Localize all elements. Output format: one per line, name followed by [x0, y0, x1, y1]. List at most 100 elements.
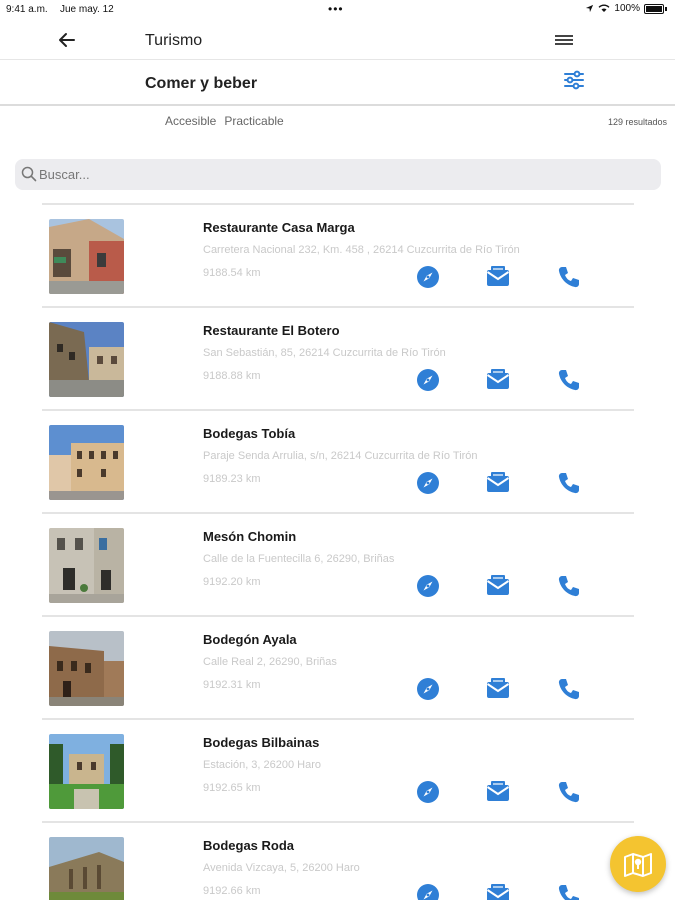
wifi-icon: [598, 4, 610, 12]
navigate-button[interactable]: [415, 367, 441, 393]
photo-bodegas-tobia: [49, 425, 124, 500]
item-address: Paraje Senda Arrulia, s/n, 26214 Cuzcurr…: [203, 450, 478, 462]
call-button[interactable]: [556, 470, 582, 496]
list-item[interactable]: Bodegas Tobía Paraje Senda Arrulia, s/n,…: [42, 409, 634, 512]
call-button[interactable]: [556, 573, 582, 599]
photo-bodegas-bilbainas: [49, 734, 124, 809]
phone-icon: [558, 576, 579, 597]
list-item[interactable]: Bodegón Ayala Calle Real 2, 26290, Briña…: [42, 615, 634, 718]
phone-icon: [558, 370, 579, 391]
item-address: Carretera Nacional 232, Km. 458 , 26214 …: [203, 244, 520, 256]
hamburger-line: [555, 39, 573, 41]
navigate-button[interactable]: [415, 573, 441, 599]
results-list: Restaurante Casa Marga Carretera Naciona…: [42, 203, 634, 900]
location-arrow-icon: [586, 4, 594, 13]
map-view-button[interactable]: [610, 836, 666, 892]
item-address: Calle de la Fuentecilla 6, 26290, Briñas: [203, 553, 395, 565]
call-button[interactable]: [556, 882, 582, 900]
email-button[interactable]: [485, 264, 511, 290]
item-name: Bodegas Bilbainas: [203, 735, 320, 750]
menu-button[interactable]: [555, 35, 573, 49]
compass-icon: [417, 678, 439, 700]
photo-meson-chomin: [49, 528, 124, 603]
item-name: Restaurante El Botero: [203, 323, 340, 338]
item-address: Estación, 3, 26200 Haro: [203, 759, 322, 771]
results-count: 129 resultados: [607, 117, 667, 127]
photo-restaurant-casa-marga: [49, 219, 124, 294]
envelope-icon: [486, 575, 510, 595]
call-button[interactable]: [556, 676, 582, 702]
email-button[interactable]: [485, 676, 511, 702]
compass-icon: [417, 575, 439, 597]
item-name: Bodegón Ayala: [203, 632, 297, 647]
phone-icon: [558, 782, 579, 803]
item-distance: 9192.31 km: [203, 679, 261, 691]
item-photo: [49, 837, 124, 900]
phone-icon: [558, 473, 579, 494]
list-item[interactable]: Restaurante Casa Marga Carretera Naciona…: [42, 203, 634, 306]
item-name: Restaurante Casa Marga: [203, 220, 355, 235]
list-item[interactable]: Bodegas Bilbainas Estación, 3, 26200 Har…: [42, 718, 634, 821]
filter-button[interactable]: [562, 68, 586, 92]
battery-percent: 100%: [614, 3, 640, 14]
battery-icon: [644, 3, 664, 14]
back-button[interactable]: [55, 28, 79, 52]
envelope-icon: [486, 678, 510, 698]
envelope-icon: [486, 369, 510, 389]
email-button[interactable]: [485, 470, 511, 496]
hamburger-line: [555, 43, 573, 45]
call-button[interactable]: [556, 264, 582, 290]
email-button[interactable]: [485, 367, 511, 393]
photo-bodegon-ayala: [49, 631, 124, 706]
navigate-button[interactable]: [415, 470, 441, 496]
navigate-button[interactable]: [415, 882, 441, 900]
list-item[interactable]: Bodegas Roda Avenida Vizcaya, 5, 26200 H…: [42, 821, 634, 900]
nav-title: Turismo: [145, 32, 203, 49]
item-distance: 9192.66 km: [203, 885, 261, 897]
envelope-icon: [486, 266, 510, 286]
item-address: San Sebastián, 85, 26214 Cuzcurrita de R…: [203, 347, 446, 359]
list-item[interactable]: Mesón Chomin Calle de la Fuentecilla 6, …: [42, 512, 634, 615]
search-input[interactable]: [39, 159, 649, 190]
email-button[interactable]: [485, 779, 511, 805]
filter-chips: Accesible Practicable: [165, 114, 284, 128]
item-name: Bodegas Tobía: [203, 426, 296, 441]
app-screen: 9:41 a.m. Jue may. 12 ••• 100% Turismo C…: [0, 0, 675, 900]
phone-icon: [558, 679, 579, 700]
envelope-icon: [486, 472, 510, 492]
compass-icon: [417, 266, 439, 288]
compass-icon: [417, 472, 439, 494]
item-photo: [49, 322, 124, 397]
sliders-icon: [564, 70, 584, 90]
chip-practicable[interactable]: Practicable: [224, 114, 283, 128]
item-address: Avenida Vizcaya, 5, 26200 Haro: [203, 862, 360, 874]
navigate-button[interactable]: [415, 676, 441, 702]
envelope-icon: [486, 781, 510, 801]
item-distance: 9189.23 km: [203, 473, 261, 485]
phone-icon: [558, 885, 579, 900]
item-distance: 9192.20 km: [203, 576, 261, 588]
chip-accesible[interactable]: Accesible: [165, 114, 216, 128]
compass-icon: [417, 781, 439, 803]
email-button[interactable]: [485, 573, 511, 599]
call-button[interactable]: [556, 367, 582, 393]
call-button[interactable]: [556, 779, 582, 805]
navigate-button[interactable]: [415, 264, 441, 290]
multitask-dots-icon[interactable]: •••: [328, 2, 344, 16]
compass-icon: [417, 369, 439, 391]
status-date: Jue may. 12: [60, 4, 114, 15]
battery-tip: [665, 6, 667, 11]
arrow-left-icon: [59, 33, 75, 47]
navigate-button[interactable]: [415, 779, 441, 805]
email-button[interactable]: [485, 882, 511, 900]
photo-restaurante-el-botero: [49, 322, 124, 397]
search-icon: [21, 166, 37, 182]
photo-bodegas-roda: [49, 837, 124, 900]
item-name: Mesón Chomin: [203, 529, 297, 544]
compass-icon: [417, 884, 439, 900]
search-bar[interactable]: [15, 159, 661, 190]
envelope-icon: [486, 884, 510, 900]
list-item[interactable]: Restaurante El Botero San Sebastián, 85,…: [42, 306, 634, 409]
map-icon: [624, 853, 652, 877]
section-title: Comer y beber: [145, 75, 258, 92]
